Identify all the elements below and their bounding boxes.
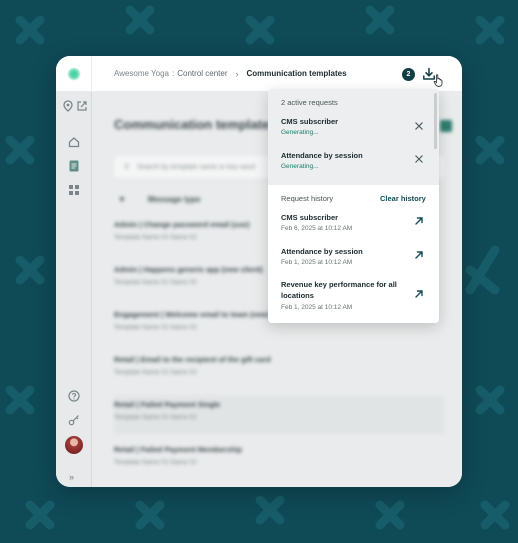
row-subtitle: Template Name 01 Name 02 xyxy=(114,369,197,376)
grid-icon[interactable] xyxy=(68,184,80,196)
hand-cursor-icon xyxy=(433,74,443,87)
cancel-request-close-icon[interactable] xyxy=(414,121,424,131)
row-subtitle: Template Name 01 Name 02 xyxy=(114,459,197,466)
breadcrumb-section[interactable]: Control center xyxy=(177,69,227,78)
key-icon[interactable] xyxy=(68,414,80,426)
add-button[interactable] xyxy=(440,120,452,132)
history-item-title-line2: locations xyxy=(281,291,314,300)
open-report-arrow-icon[interactable] xyxy=(414,250,424,260)
row-title: Retail | Email to the recipient of the g… xyxy=(114,355,271,364)
logo-cell xyxy=(56,56,92,92)
active-requests-section: 2 active requests CMS subscriber Generat… xyxy=(268,89,439,185)
column-header: Message type xyxy=(147,194,201,204)
history-item-date: Feb 1, 2025 at 10:12 AM xyxy=(281,304,353,311)
open-report-arrow-icon[interactable] xyxy=(414,216,424,226)
table-row[interactable]: Retail | Failed Payment Membership Templ… xyxy=(114,441,444,479)
breadcrumb-workspace[interactable]: Awesome Yoga xyxy=(114,69,169,78)
home-icon[interactable] xyxy=(68,136,80,148)
active-request-title: CMS subscriber xyxy=(281,117,339,126)
history-item-date: Feb 6, 2025 at 10:12 AM xyxy=(281,225,353,232)
search-placeholder: Search by template name or key word xyxy=(137,163,256,171)
history-item-title: CMS subscriber xyxy=(281,213,339,222)
active-request-status: Generating... xyxy=(281,163,319,170)
sidebar: » xyxy=(56,92,92,487)
help-icon[interactable] xyxy=(68,390,80,402)
request-history-heading: Request history xyxy=(281,194,334,203)
row-subtitle: Template Name 01 Name 02 xyxy=(114,324,197,331)
active-requests-heading: 2 active requests xyxy=(281,98,338,107)
chevron-right-icon: › xyxy=(235,68,239,79)
top-bar: Awesome Yoga : Control center › Communic… xyxy=(56,56,462,92)
location-pin-icon[interactable] xyxy=(62,100,74,112)
active-request-title: Attendance by session xyxy=(281,151,363,160)
breadcrumb-separator: : xyxy=(172,69,175,78)
table-row[interactable]: Retail | Failed Payment Single Template … xyxy=(114,396,444,434)
search-icon: ⚲ xyxy=(124,164,130,171)
expand-icon[interactable]: » xyxy=(69,472,74,482)
panel-scrollbar[interactable] xyxy=(434,93,437,149)
external-link-icon[interactable] xyxy=(76,100,88,112)
active-request-status: Generating... xyxy=(281,129,319,136)
breadcrumb-current: Communication templates xyxy=(246,69,347,78)
history-item-date: Feb 1, 2025 at 10:12 AM xyxy=(281,259,353,266)
open-report-arrow-icon[interactable] xyxy=(414,289,424,299)
history-item-title: Revenue key performance for all xyxy=(281,280,397,289)
row-title: Retail | Failed Payment Membership xyxy=(114,445,242,454)
clear-history-button[interactable]: Clear history xyxy=(380,194,426,203)
row-subtitle: Template Name 01 Name 02 xyxy=(114,414,197,421)
download-count-badge: 2 xyxy=(402,68,415,81)
cancel-request-close-icon[interactable] xyxy=(414,154,424,164)
document-icon[interactable] xyxy=(68,160,80,172)
row-title: Retail | Failed Payment Single xyxy=(114,400,221,409)
history-item-title: Attendance by session xyxy=(281,247,363,256)
logo xyxy=(67,67,80,80)
avatar[interactable] xyxy=(65,436,83,454)
page-title: Communication templates xyxy=(114,117,277,132)
filter-icon[interactable]: ▼ xyxy=(118,195,126,204)
table-row[interactable]: Retail | Email to the recipient of the g… xyxy=(114,351,444,389)
downloads-panel: 2 active requests CMS subscriber Generat… xyxy=(268,89,439,323)
breadcrumb: Awesome Yoga : Control center › Communic… xyxy=(114,69,347,79)
